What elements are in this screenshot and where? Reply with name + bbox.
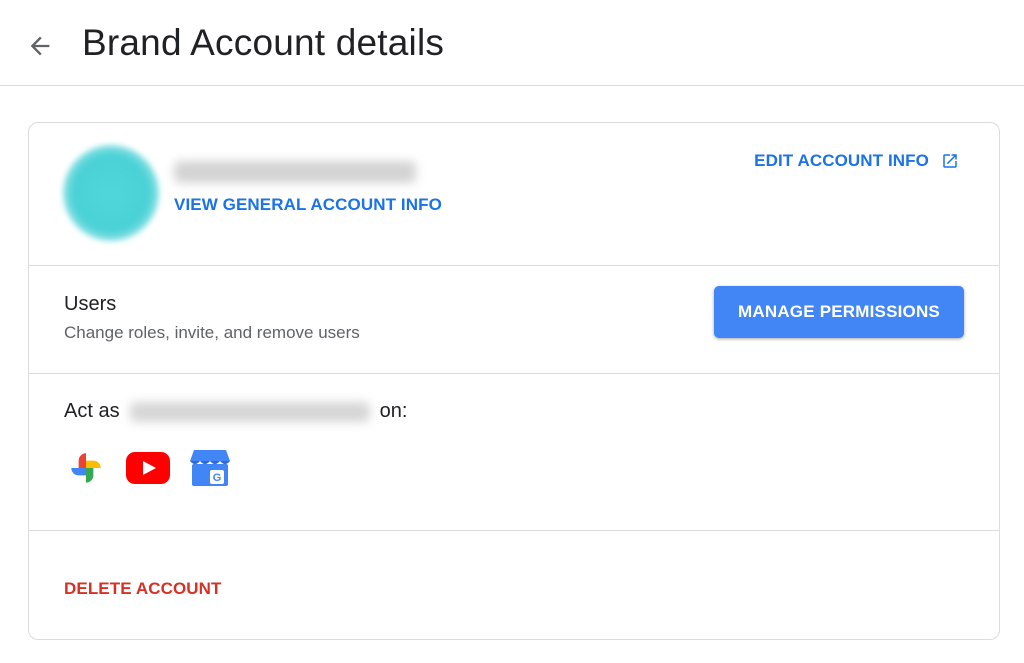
google-photos-icon	[71, 453, 101, 483]
delete-section: DELETE ACCOUNT	[29, 531, 999, 641]
back-button[interactable]	[22, 28, 58, 64]
avatar	[63, 145, 159, 241]
users-description: Change roles, invite, and remove users	[64, 323, 360, 342]
edit-account-info-label: EDIT ACCOUNT INFO	[754, 151, 929, 170]
manage-permissions-button[interactable]: MANAGE PERMISSIONS	[714, 286, 964, 338]
brand-account-card: VIEW GENERAL ACCOUNT INFO EDIT ACCOUNT I…	[28, 122, 1000, 640]
users-section: Users Change roles, invite, and remove u…	[29, 266, 999, 374]
act-as-section: Act as on: G	[29, 374, 999, 531]
open-in-new-icon	[943, 154, 957, 168]
google-my-business-icon: G	[190, 450, 230, 486]
account-section: VIEW GENERAL ACCOUNT INFO EDIT ACCOUNT I…	[29, 123, 999, 266]
act-as-row: Act as on:	[64, 400, 407, 423]
youtube-icon	[126, 452, 170, 484]
act-as-prefix: Act as	[64, 400, 120, 422]
google-photos-app[interactable]	[64, 446, 108, 490]
youtube-app[interactable]	[126, 446, 170, 490]
account-name-redacted	[174, 161, 416, 183]
delete-account-link[interactable]: DELETE ACCOUNT	[64, 579, 222, 599]
arrow-back-icon	[30, 36, 50, 56]
linked-apps: G	[64, 446, 232, 490]
google-my-business-app[interactable]: G	[188, 446, 232, 490]
act-as-suffix: on:	[379, 400, 408, 422]
view-general-account-info-link[interactable]: VIEW GENERAL ACCOUNT INFO	[174, 195, 442, 215]
act-as-name-redacted	[129, 401, 370, 422]
edit-account-info-link[interactable]: EDIT ACCOUNT INFO	[754, 151, 959, 171]
users-label: Users	[64, 293, 117, 315]
page-header: Brand Account details	[0, 0, 1024, 86]
page-title: Brand Account details	[82, 22, 445, 63]
svg-text:G: G	[213, 472, 222, 484]
